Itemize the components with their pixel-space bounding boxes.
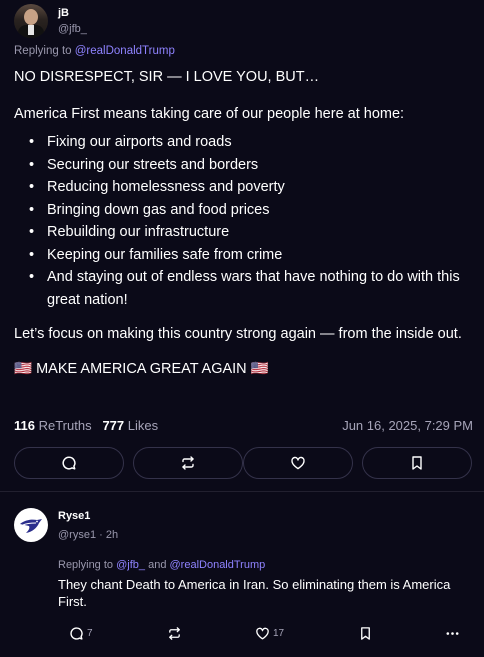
bullet-item: Fixing our airports and roads bbox=[14, 131, 476, 154]
bullet-item: Rebuilding our infrastructure bbox=[14, 221, 476, 244]
replying-to: Replying to @jfb_ and @realDonaldTrump bbox=[58, 559, 265, 571]
mention-link[interactable]: @realDonaldTrump bbox=[170, 559, 266, 571]
reply-button[interactable] bbox=[14, 447, 124, 479]
retruths-count[interactable]: 116 bbox=[14, 418, 35, 433]
eagle-icon bbox=[20, 519, 42, 533]
reply-age[interactable]: 2h bbox=[106, 529, 118, 541]
reply-count: 7 bbox=[87, 628, 93, 639]
retruth-icon bbox=[182, 456, 194, 470]
likes-label[interactable]: Likes bbox=[128, 418, 158, 433]
avatar[interactable] bbox=[14, 4, 48, 38]
likes-count[interactable]: 777 bbox=[102, 418, 124, 433]
mention-link[interactable]: @jfb_ bbox=[116, 559, 145, 571]
post-paragraph: America First means taking care of our p… bbox=[14, 105, 405, 122]
bullet-item: Securing our streets and borders bbox=[14, 154, 476, 177]
bullet-item: Bringing down gas and food prices bbox=[14, 199, 476, 222]
reply-button[interactable]: 7 bbox=[69, 626, 93, 641]
more-icon bbox=[446, 632, 459, 635]
avatar-shirt bbox=[28, 25, 34, 35]
bookmark-icon bbox=[361, 627, 370, 640]
like-button[interactable]: 17 bbox=[255, 626, 284, 641]
post-stats: 116 ReTruths 777 Likes bbox=[14, 418, 158, 433]
retruths-label[interactable]: ReTruths bbox=[39, 418, 92, 433]
mention-link[interactable]: @realDonaldTrump bbox=[75, 45, 175, 57]
meta-separator: · bbox=[99, 529, 103, 541]
reply-author-handle[interactable]: @ryse1 bbox=[58, 529, 96, 541]
author-handle[interactable]: @jfb_ bbox=[58, 23, 87, 35]
replying-to-label: Replying to bbox=[58, 559, 114, 571]
post-paragraph: NO DISRESPECT, SIR — I LOVE YOU, BUT… bbox=[14, 69, 320, 85]
bookmark-button[interactable] bbox=[358, 626, 376, 641]
bullet-item: And staying out of endless wars that hav… bbox=[14, 266, 476, 311]
and-label: and bbox=[148, 559, 167, 571]
reply-author-name[interactable]: Ryse1 bbox=[58, 510, 90, 522]
avatar[interactable] bbox=[14, 508, 48, 542]
retruth-icon bbox=[169, 627, 180, 640]
divider bbox=[0, 491, 484, 492]
post-paragraph: Let’s focus on making this country stron… bbox=[14, 326, 462, 342]
bookmark-button[interactable] bbox=[362, 447, 472, 479]
like-icon bbox=[291, 456, 305, 470]
post-paragraph: 🇺🇸 MAKE AMERICA GREAT AGAIN 🇺🇸 bbox=[14, 360, 269, 377]
reply-text: They chant Death to America in Iran. So … bbox=[58, 577, 451, 609]
bullet-item: Keeping our families safe from crime bbox=[14, 244, 476, 267]
bullet-list: Fixing our airports and roads Securing o… bbox=[14, 131, 476, 311]
like-icon bbox=[256, 627, 269, 640]
bullet-item: Reducing homelessness and poverty bbox=[14, 176, 476, 199]
more-button[interactable] bbox=[445, 626, 463, 641]
reply-icon bbox=[62, 456, 76, 470]
replying-to: Replying to @realDonaldTrump bbox=[14, 45, 175, 57]
author-name[interactable]: jB bbox=[58, 7, 69, 19]
like-button[interactable] bbox=[243, 447, 353, 479]
retruth-button[interactable] bbox=[133, 447, 243, 479]
bookmark-icon bbox=[412, 456, 422, 470]
post-timestamp[interactable]: Jun 16, 2025, 7:29 PM bbox=[342, 418, 473, 433]
reply-icon bbox=[70, 627, 83, 640]
truth-post: jB @jfb_ Replying to @realDonaldTrump NO… bbox=[0, 0, 484, 490]
avatar-face bbox=[24, 9, 38, 25]
retruth-button[interactable] bbox=[167, 626, 185, 641]
like-count: 17 bbox=[273, 628, 285, 639]
replying-to-label: Replying to bbox=[14, 45, 72, 57]
reply-author-meta: @ryse1 · 2h bbox=[58, 529, 118, 541]
post-body: NO DISRESPECT, SIR — I LOVE YOU, BUT… Am… bbox=[14, 66, 476, 380]
